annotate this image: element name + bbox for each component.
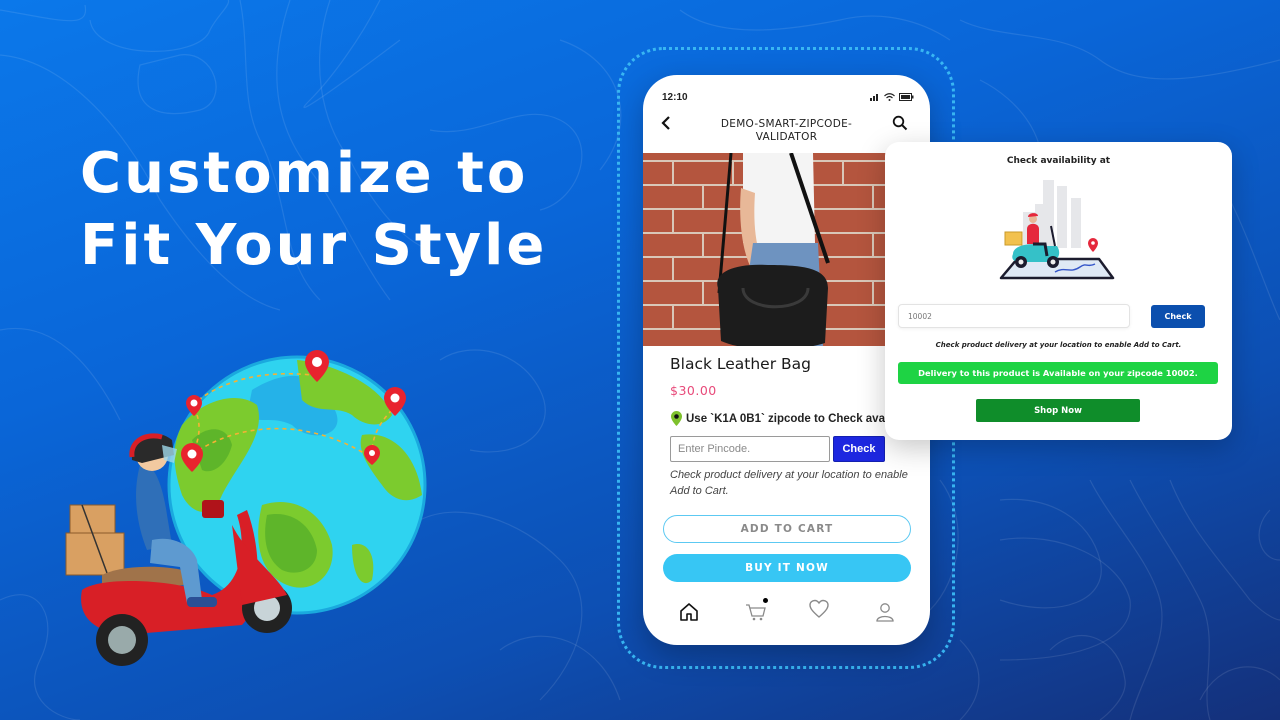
buy-now-button[interactable]: BUY IT NOW <box>663 554 911 582</box>
battery-icon <box>899 93 914 101</box>
delivery-note: Check product delivery at your location … <box>670 469 908 497</box>
shop-now-button[interactable]: Shop Now <box>976 399 1140 422</box>
tab-cart[interactable] <box>745 598 768 623</box>
status-bar: 12:10 <box>643 92 930 106</box>
bottom-tab-bar <box>643 597 930 627</box>
pincode-input[interactable] <box>670 436 830 462</box>
product-price: $30.00 <box>670 383 717 398</box>
check-zipcode-button[interactable]: Check <box>1151 305 1205 328</box>
card-title: Check availability at <box>1006 156 1111 166</box>
status-icons <box>870 93 914 101</box>
availability-card: Check availability at Check Check produc… <box>885 142 1232 440</box>
status-time: 12:10 <box>662 92 688 103</box>
card-delivery-note: Check product delivery at your location … <box>935 341 1182 349</box>
search-icon[interactable] <box>892 115 908 131</box>
user-icon[interactable] <box>874 601 896 623</box>
delivery-globe-illustration <box>65 350 427 666</box>
store-title: DEMO-SMART-ZIPCODE-VALIDATOR <box>720 118 853 143</box>
location-pin-icon <box>671 411 682 426</box>
headline-line-1: Customize to <box>80 141 529 206</box>
signal-icon <box>870 94 878 101</box>
cart-icon <box>746 604 766 621</box>
check-pincode-button[interactable]: Check <box>833 436 885 462</box>
headline: Customize to Fit Your Style <box>80 138 547 282</box>
zipcode-hint: Use `K1A 0B1` zipcode to Check availabi <box>671 411 908 426</box>
home-icon[interactable] <box>678 601 700 623</box>
heart-icon[interactable] <box>808 598 830 620</box>
availability-success-banner: Delivery to this product is Available on… <box>898 362 1218 384</box>
delivery-scooter-illustration <box>999 180 1115 280</box>
headline-line-2: Fit Your Style <box>80 213 548 278</box>
zipcode-hint-text: Use `K1A 0B1` zipcode to Check availabi <box>686 412 908 425</box>
product-name: Black Leather Bag <box>670 355 811 373</box>
wifi-icon <box>884 93 895 101</box>
zipcode-input[interactable] <box>898 304 1130 328</box>
cart-badge-dot <box>763 598 768 603</box>
add-to-cart-button[interactable]: ADD TO CART <box>663 515 911 543</box>
chevron-left-icon[interactable] <box>659 115 675 131</box>
nav-bar: DEMO-SMART-ZIPCODE-VALIDATOR <box>643 113 930 149</box>
